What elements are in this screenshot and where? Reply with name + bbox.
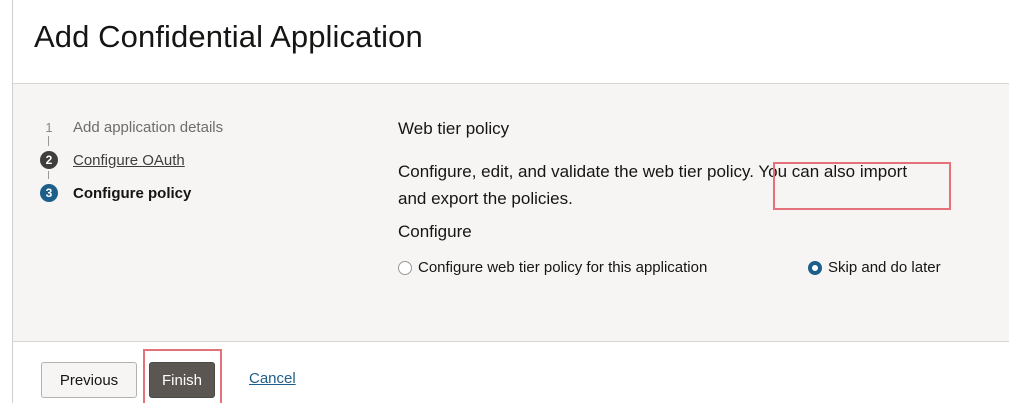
add-confidential-application-dialog: Add Confidential Application 1 Add appli… [0, 0, 1009, 403]
step-add-application-details: 1 Add application details [40, 116, 223, 138]
page-title: Add Confidential Application [34, 19, 423, 54]
step-connector [48, 171, 49, 179]
step-label-link[interactable]: Configure OAuth [73, 152, 185, 169]
finish-button[interactable]: Finish [149, 362, 215, 398]
previous-button[interactable]: Previous [41, 362, 137, 398]
step-number: 1 [45, 119, 53, 135]
step-number: 3 [40, 184, 58, 202]
radio-label[interactable]: Configure web tier policy for this appli… [418, 259, 707, 276]
radio-skip-and-do-later[interactable]: Skip and do later [808, 259, 941, 276]
radio-unselected-icon[interactable] [398, 260, 412, 275]
dialog-footer: Previous Finish Cancel [12, 342, 1009, 403]
radio-label[interactable]: Skip and do later [828, 259, 941, 276]
radio-selected-icon[interactable] [808, 260, 822, 275]
section-description: Configure, edit, and validate the web ti… [398, 162, 908, 208]
step-label: Configure policy [73, 184, 192, 202]
radio-configure-web-tier-policy[interactable]: Configure web tier policy for this appli… [398, 259, 707, 276]
step-configure-oauth[interactable]: 2 Configure OAuth [40, 149, 185, 171]
step-configure-policy: 3 Configure policy [40, 182, 191, 204]
step-number: 2 [40, 151, 58, 169]
dialog-body: 1 Add application details 2 Configure OA… [12, 84, 1009, 342]
dialog-header: Add Confidential Application [12, 0, 1009, 84]
step-label: Add application details [73, 118, 224, 136]
cancel-link[interactable]: Cancel [249, 370, 296, 387]
section-title: Web tier policy [398, 119, 510, 138]
configure-label: Configure [398, 222, 472, 241]
